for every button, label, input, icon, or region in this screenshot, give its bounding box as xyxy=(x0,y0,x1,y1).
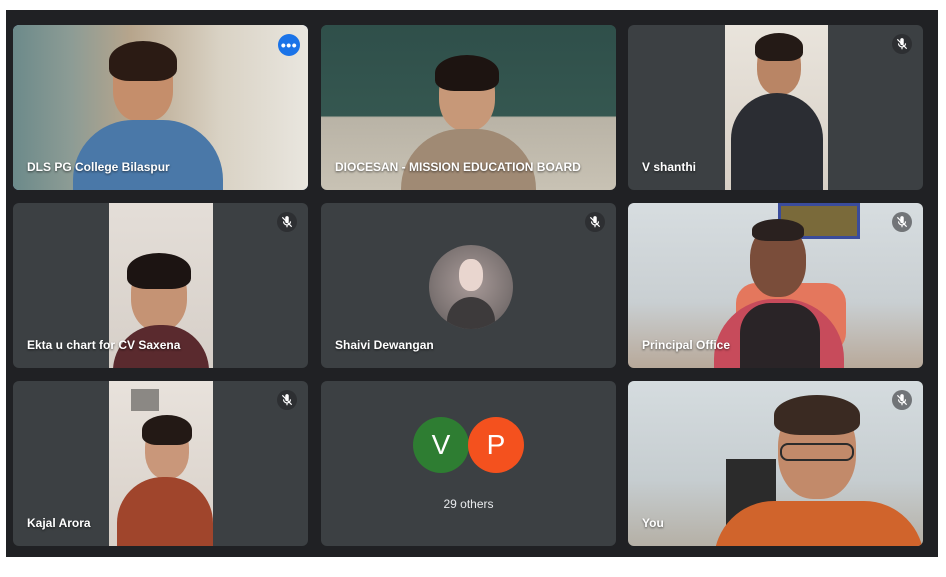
participant-avatar xyxy=(429,245,513,329)
participant-tile-ekta[interactable]: Ekta u chart for CV Saxena xyxy=(13,203,308,368)
person-hair xyxy=(127,253,191,289)
mic-off-icon xyxy=(281,216,293,228)
person-hair xyxy=(435,55,499,91)
person-hair xyxy=(755,33,803,61)
person-body xyxy=(714,501,923,546)
person-body xyxy=(731,93,823,190)
participant-name: V shanthi xyxy=(642,160,697,174)
person-body xyxy=(73,120,223,190)
participant-name: You xyxy=(642,516,664,530)
mic-off-icon xyxy=(896,394,908,406)
participant-name: Ekta u chart for CV Saxena xyxy=(27,338,181,352)
participant-tile-you[interactable]: You xyxy=(628,381,923,546)
mic-off-indicator xyxy=(277,390,297,410)
person-hair xyxy=(142,415,192,445)
participant-name: Shaivi Dewangan xyxy=(335,338,434,352)
avatar-face xyxy=(459,259,483,291)
participant-video xyxy=(109,381,213,546)
avatar-body xyxy=(447,297,495,329)
mic-off-icon xyxy=(589,216,601,228)
mic-off-indicator xyxy=(892,390,912,410)
participant-name: Kajal Arora xyxy=(27,516,91,530)
others-tile[interactable]: V P 29 others xyxy=(321,381,616,546)
participant-name: DLS PG College Bilaspur xyxy=(27,160,170,174)
participant-tile-dls-pg-college[interactable]: ••• DLS PG College Bilaspur xyxy=(13,25,308,190)
more-options-button[interactable]: ••• xyxy=(278,34,300,56)
participant-name: DIOCESAN - MISSION EDUCATION BOARD xyxy=(335,160,581,174)
mic-off-indicator xyxy=(892,212,912,232)
participant-tile-v-shanthi[interactable]: V shanthi xyxy=(628,25,923,190)
mic-off-indicator xyxy=(892,34,912,54)
person-hair xyxy=(109,41,177,81)
participant-video xyxy=(725,25,828,190)
participant-tile-kajal-arora[interactable]: Kajal Arora xyxy=(13,381,308,546)
person-glasses xyxy=(780,443,854,461)
person-vest xyxy=(740,303,820,368)
others-avatar-p: P xyxy=(468,417,524,473)
person-hair xyxy=(752,219,804,241)
person-body xyxy=(117,477,213,546)
more-options-icon: ••• xyxy=(280,37,298,53)
others-avatar-v: V xyxy=(413,417,469,473)
participant-tile-shaivi[interactable]: Shaivi Dewangan xyxy=(321,203,616,368)
participant-video xyxy=(628,381,923,546)
mic-off-icon xyxy=(281,394,293,406)
participant-name: Principal Office xyxy=(642,338,731,352)
participant-tile-diocesan[interactable]: DIOCESAN - MISSION EDUCATION BOARD xyxy=(321,25,616,190)
mic-off-indicator xyxy=(277,212,297,232)
participant-tile-principal-office[interactable]: Principal Office xyxy=(628,203,923,368)
wall-meter xyxy=(131,389,159,411)
mic-off-icon xyxy=(896,38,908,50)
others-count-label: 29 others xyxy=(443,497,494,511)
mic-off-indicator xyxy=(585,212,605,232)
meeting-grid: ••• DLS PG College Bilaspur DIOCESAN - M… xyxy=(6,10,938,557)
person-hair xyxy=(774,395,860,435)
mic-off-icon xyxy=(896,216,908,228)
